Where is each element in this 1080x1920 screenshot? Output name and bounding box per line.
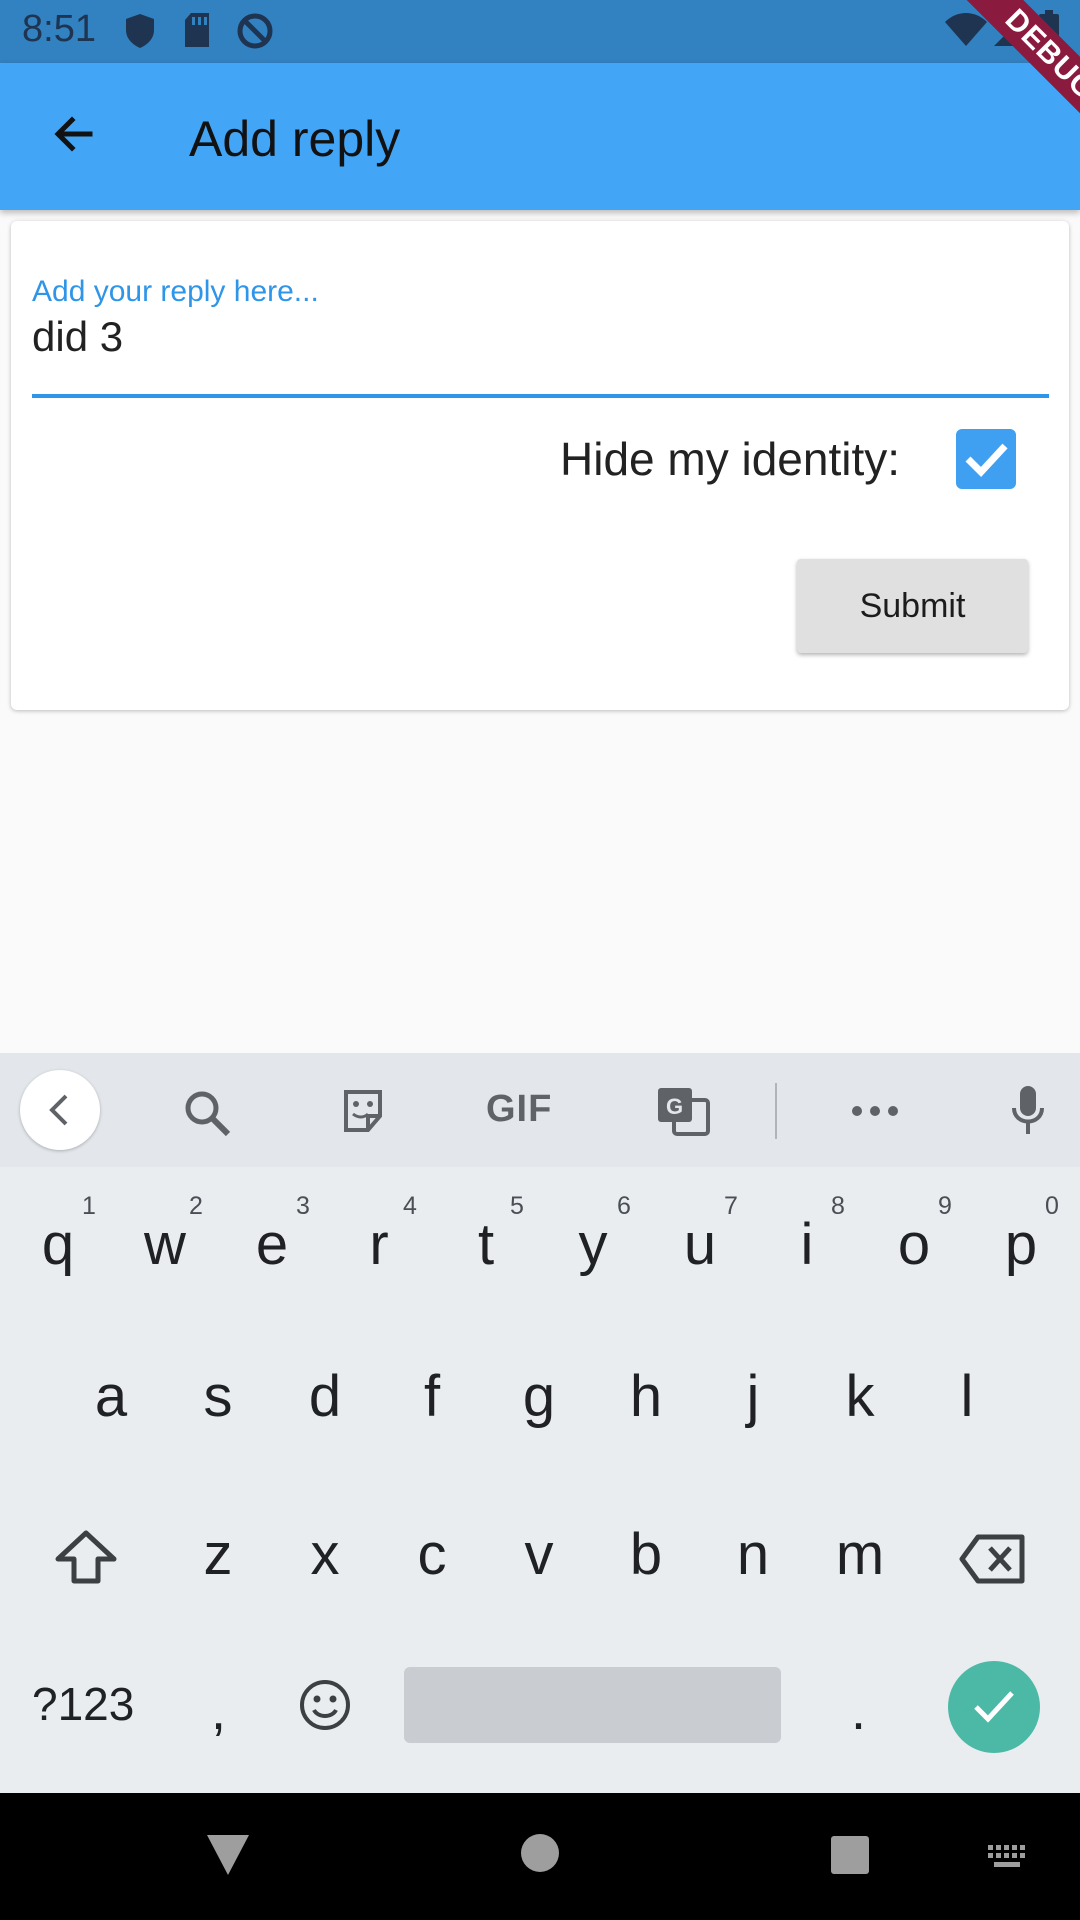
do-not-disturb-icon	[237, 13, 273, 49]
key-c[interactable]: c	[382, 1495, 482, 1615]
key-z[interactable]: z	[168, 1495, 268, 1615]
space-key[interactable]	[404, 1667, 781, 1743]
debug-label: DEBUG	[943, 0, 1080, 150]
key-l[interactable]: l	[917, 1337, 1017, 1457]
key-k[interactable]: k	[810, 1337, 910, 1457]
key-d[interactable]: d	[275, 1337, 375, 1457]
translate-icon[interactable]: G	[656, 1086, 710, 1136]
key-v[interactable]: v	[489, 1495, 589, 1615]
key-hint-2: 2	[189, 1192, 203, 1220]
hide-identity-label: Hide my identity:	[560, 433, 901, 485]
reply-input[interactable]: did 3	[32, 313, 123, 361]
search-icon[interactable]	[182, 1088, 232, 1138]
key-b[interactable]: b	[596, 1495, 696, 1615]
svg-text:G: G	[666, 1094, 683, 1119]
key-h[interactable]: h	[596, 1337, 696, 1457]
key-f[interactable]: f	[382, 1337, 482, 1457]
emoji-icon[interactable]	[298, 1678, 352, 1732]
keyboard-switch-icon[interactable]	[986, 1843, 1030, 1871]
check-icon	[974, 1691, 1014, 1723]
nav-back-icon[interactable]	[205, 1833, 251, 1877]
period-key[interactable]: .	[851, 1680, 866, 1742]
key-hint-3: 3	[296, 1192, 310, 1220]
key-hint-6: 6	[617, 1192, 631, 1220]
key-hint-0: 0	[1045, 1192, 1059, 1220]
key-n[interactable]: n	[703, 1495, 803, 1615]
nav-recents-icon[interactable]	[830, 1835, 870, 1875]
symbols-key[interactable]: ?123	[32, 1677, 134, 1731]
key-x[interactable]: x	[275, 1495, 375, 1615]
key-s[interactable]: s	[168, 1337, 268, 1457]
toolbar-divider	[775, 1083, 777, 1139]
sd-card-icon	[185, 13, 209, 47]
key-m[interactable]: m	[810, 1495, 910, 1615]
gif-button[interactable]: GIF	[486, 1088, 552, 1131]
navigation-bar	[0, 1793, 1080, 1920]
enter-key[interactable]	[948, 1661, 1040, 1753]
reply-field-label: Add your reply here...	[32, 275, 319, 308]
checkmark-icon	[965, 443, 1008, 478]
more-icon[interactable]	[850, 1103, 900, 1119]
hide-identity-checkbox[interactable]	[956, 429, 1016, 489]
status-time: 8:51	[22, 8, 96, 50]
key-hint-7: 7	[724, 1192, 738, 1220]
shift-icon[interactable]	[54, 1529, 118, 1585]
submit-button[interactable]: Submit	[797, 559, 1028, 653]
mic-icon[interactable]	[1010, 1084, 1046, 1136]
sticker-icon[interactable]	[340, 1088, 386, 1134]
back-arrow-icon[interactable]	[50, 110, 98, 158]
key-hint-8: 8	[831, 1192, 845, 1220]
reply-input-underline	[32, 394, 1049, 398]
backspace-icon[interactable]	[958, 1533, 1028, 1585]
key-j[interactable]: j	[703, 1337, 803, 1457]
key-hint-1: 1	[82, 1192, 96, 1220]
key-a[interactable]: a	[61, 1337, 161, 1457]
key-g[interactable]: g	[489, 1337, 589, 1457]
comma-key[interactable]: ,	[211, 1680, 226, 1742]
key-hint-9: 9	[938, 1192, 952, 1220]
shield-icon	[126, 14, 154, 48]
key-hint-5: 5	[510, 1192, 524, 1220]
nav-home-icon[interactable]	[520, 1833, 560, 1873]
key-hint-4: 4	[403, 1192, 417, 1220]
keyboard-collapse-button[interactable]	[20, 1070, 100, 1150]
chevron-left-icon	[49, 1094, 68, 1126]
page-title: Add reply	[189, 111, 401, 167]
debug-banner: DEBUG	[900, 0, 1080, 150]
